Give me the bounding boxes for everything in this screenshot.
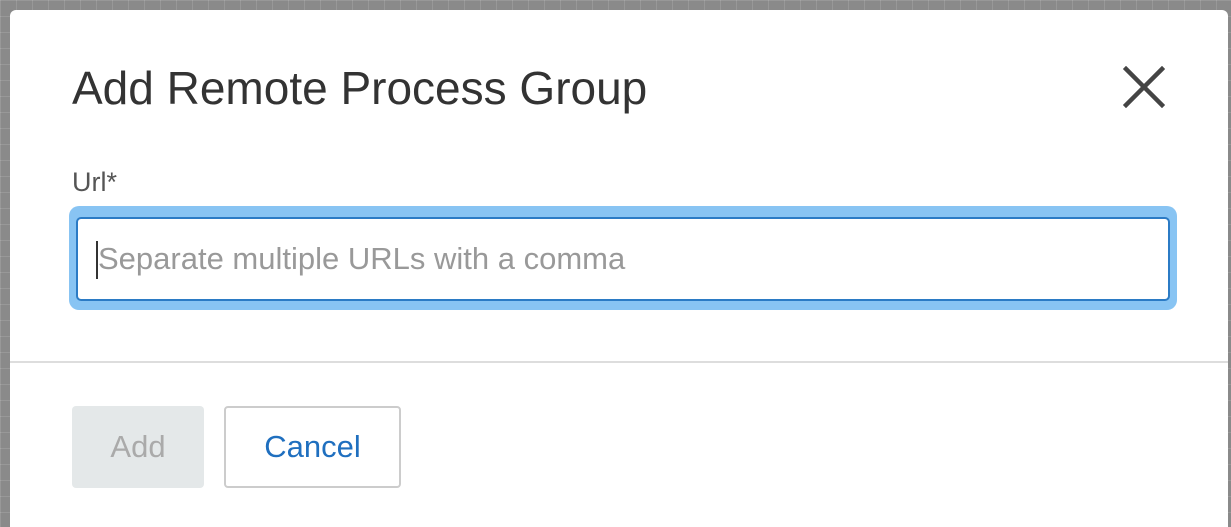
url-input[interactable] (76, 217, 1170, 301)
text-caret (96, 241, 98, 279)
add-button[interactable]: Add (72, 406, 204, 488)
dialog-divider (10, 361, 1228, 363)
add-remote-process-group-dialog: Add Remote Process Group Url* Add Cancel (10, 10, 1228, 527)
dialog-title: Add Remote Process Group (72, 62, 648, 114)
close-button[interactable] (1112, 55, 1176, 119)
cancel-button[interactable]: Cancel (224, 406, 401, 488)
url-label: Url* (72, 167, 117, 197)
close-icon (1123, 66, 1165, 108)
